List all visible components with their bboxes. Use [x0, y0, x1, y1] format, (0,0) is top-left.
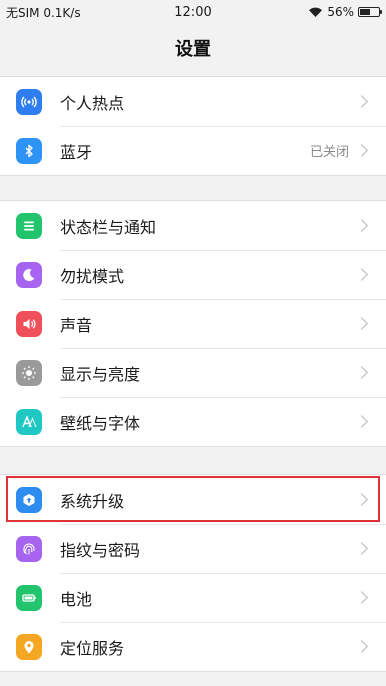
chevron-right-icon — [355, 493, 368, 506]
settings-item-bluetooth[interactable]: 蓝牙 已关闭 — [0, 126, 386, 175]
bluetooth-icon — [16, 137, 42, 164]
settings-item-label: 壁纸与字体 — [60, 413, 141, 433]
battery-status-icon — [358, 7, 382, 17]
carrier-network-status: 无SIM 0.1K/s — [6, 5, 81, 20]
chevron-right-icon — [355, 317, 368, 330]
settings-item-location-services[interactable]: 定位服务 — [0, 622, 386, 671]
settings-item-battery[interactable]: 电池 — [0, 573, 386, 622]
speaker-icon — [16, 310, 42, 337]
settings-item-label: 显示与亮度 — [60, 364, 141, 384]
hotspot-icon — [16, 88, 42, 115]
system-upgrade-icon — [16, 486, 42, 513]
font-icon — [16, 408, 42, 435]
status-icons: 56% — [308, 5, 382, 19]
battery-icon — [16, 584, 42, 611]
settings-group-display: 状态栏与通知 勿扰模式 声音 显示与亮度 壁纸与字体 — [0, 200, 386, 447]
settings-item-label: 状态栏与通知 — [60, 217, 157, 237]
status-bar: 无SIM 0.1K/s 12:00 56% — [0, 0, 386, 24]
settings-item-label: 个人热点 — [60, 93, 125, 113]
chevron-right-icon — [355, 144, 368, 157]
settings-item-display-brightness[interactable]: 显示与亮度 — [0, 348, 386, 397]
settings-item-sound[interactable]: 声音 — [0, 299, 386, 348]
fingerprint-icon — [16, 535, 42, 562]
settings-item-label: 蓝牙 — [60, 142, 93, 162]
chevron-right-icon — [355, 95, 368, 108]
settings-item-status-bar-notifications[interactable]: 状态栏与通知 — [0, 201, 386, 250]
page-title: 设置 — [175, 39, 211, 60]
chevron-right-icon — [355, 219, 368, 232]
settings-item-wallpaper-font[interactable]: 壁纸与字体 — [0, 397, 386, 446]
location-icon — [16, 633, 42, 660]
chevron-right-icon — [355, 415, 368, 428]
settings-item-label: 指纹与密码 — [60, 540, 141, 560]
settings-item-label: 勿扰模式 — [60, 266, 125, 286]
chevron-right-icon — [355, 542, 368, 555]
settings-group-connectivity: 个人热点 蓝牙 已关闭 — [0, 76, 386, 176]
chevron-right-icon — [355, 268, 368, 281]
settings-item-label: 定位服务 — [60, 638, 125, 658]
chevron-right-icon — [355, 591, 368, 604]
brightness-icon — [16, 359, 42, 386]
settings-item-label: 声音 — [60, 315, 93, 335]
wifi-icon — [309, 7, 323, 17]
settings-item-do-not-disturb[interactable]: 勿扰模式 — [0, 250, 386, 299]
chevron-right-icon — [355, 366, 368, 379]
settings-item-system-upgrade[interactable]: 系统升级 — [0, 475, 386, 524]
notification-icon — [16, 212, 42, 239]
settings-group-system: 系统升级 指纹与密码 电池 定位服务 — [0, 474, 386, 672]
chevron-right-icon — [355, 640, 368, 653]
battery-percent: 56% — [327, 5, 354, 19]
moon-icon — [16, 261, 42, 288]
settings-item-fingerprint-password[interactable]: 指纹与密码 — [0, 524, 386, 573]
bluetooth-status-value: 已关闭 — [309, 145, 349, 160]
settings-item-label: 系统升级 — [60, 491, 125, 511]
settings-item-label: 电池 — [60, 589, 93, 609]
settings-item-hotspot[interactable]: 个人热点 — [0, 77, 386, 126]
